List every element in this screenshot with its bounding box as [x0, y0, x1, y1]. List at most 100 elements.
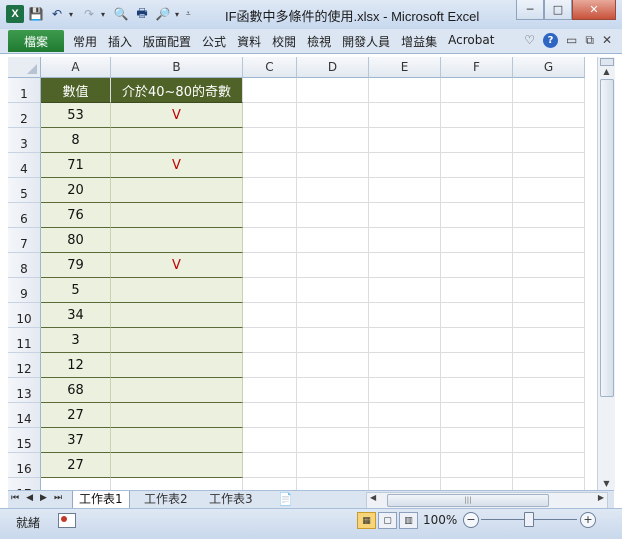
result-cell[interactable]: [111, 203, 243, 228]
excel-logo-icon[interactable]: X: [6, 5, 24, 23]
value-cell[interactable]: 27: [41, 403, 111, 428]
workbook-restore-icon[interactable]: ⧉: [585, 33, 594, 48]
print-preview-icon[interactable]: 🔎: [154, 5, 172, 23]
header-cell-odd-40-80[interactable]: 介於40~80的奇數: [111, 78, 243, 103]
page-layout-view-icon[interactable]: ▢: [378, 512, 397, 529]
cell[interactable]: [243, 78, 297, 103]
row-header[interactable]: 14: [8, 403, 41, 428]
scroll-up-icon[interactable]: ▲: [598, 65, 615, 78]
cell[interactable]: [369, 253, 441, 278]
cell[interactable]: [441, 178, 513, 203]
cell[interactable]: [513, 253, 585, 278]
cell[interactable]: [297, 228, 369, 253]
cell[interactable]: [243, 103, 297, 128]
cell[interactable]: [369, 353, 441, 378]
ribbon-tab[interactable]: 版面配置: [143, 33, 191, 50]
cell[interactable]: [243, 403, 297, 428]
cell[interactable]: [513, 403, 585, 428]
row-header[interactable]: 13: [8, 378, 41, 403]
cell[interactable]: [297, 403, 369, 428]
cell[interactable]: [297, 428, 369, 453]
ribbon-tab[interactable]: 插入: [108, 33, 132, 50]
macro-record-icon[interactable]: [58, 513, 76, 528]
row-header[interactable]: 2: [8, 103, 41, 128]
save-icon[interactable]: 💾: [27, 5, 45, 23]
value-cell[interactable]: 76: [41, 203, 111, 228]
cell[interactable]: [441, 453, 513, 478]
column-header[interactable]: A: [41, 57, 111, 78]
cell[interactable]: [441, 103, 513, 128]
cell[interactable]: [297, 203, 369, 228]
ribbon-tab[interactable]: 開發人員: [342, 33, 390, 50]
result-cell[interactable]: [111, 328, 243, 353]
cell[interactable]: [243, 228, 297, 253]
cell[interactable]: [513, 78, 585, 103]
next-sheet-icon[interactable]: ▶: [40, 493, 47, 503]
cell[interactable]: [441, 478, 513, 490]
value-cell[interactable]: 79: [41, 253, 111, 278]
value-cell[interactable]: 80: [41, 228, 111, 253]
cell[interactable]: [297, 253, 369, 278]
cell[interactable]: [243, 253, 297, 278]
cell[interactable]: [369, 453, 441, 478]
value-cell[interactable]: 8: [41, 128, 111, 153]
cell[interactable]: [41, 478, 111, 490]
cell[interactable]: [297, 178, 369, 203]
cell[interactable]: [513, 278, 585, 303]
cell[interactable]: [441, 253, 513, 278]
cell[interactable]: [243, 153, 297, 178]
result-cell[interactable]: V: [111, 103, 243, 128]
cell[interactable]: [369, 278, 441, 303]
cell[interactable]: [369, 128, 441, 153]
result-cell[interactable]: [111, 353, 243, 378]
cell[interactable]: [441, 353, 513, 378]
column-header[interactable]: G: [513, 57, 585, 78]
row-header[interactable]: 7: [8, 228, 41, 253]
cell[interactable]: [297, 78, 369, 103]
cell[interactable]: [441, 128, 513, 153]
result-cell[interactable]: [111, 228, 243, 253]
row-header[interactable]: 4: [8, 153, 41, 178]
cell[interactable]: [243, 128, 297, 153]
cell[interactable]: [243, 203, 297, 228]
cell[interactable]: [513, 153, 585, 178]
result-cell[interactable]: V: [111, 253, 243, 278]
row-header[interactable]: 6: [8, 203, 41, 228]
row-header[interactable]: 16: [8, 453, 41, 478]
cell[interactable]: [441, 78, 513, 103]
first-sheet-icon[interactable]: ⏮: [11, 493, 19, 503]
page-break-view-icon[interactable]: ▥: [399, 512, 418, 529]
value-cell[interactable]: 71: [41, 153, 111, 178]
result-cell[interactable]: [111, 403, 243, 428]
row-header[interactable]: 15: [8, 428, 41, 453]
cell[interactable]: [297, 353, 369, 378]
cell[interactable]: [297, 378, 369, 403]
cell[interactable]: [441, 328, 513, 353]
worksheet-grid[interactable]: A B C D E F G 1 數值 介於40~80的奇數 2 53 V 3 8 4 71 V 5 20 6 76 7 80 8…: [8, 57, 597, 490]
cell[interactable]: [513, 128, 585, 153]
print-icon[interactable]: 🖶: [133, 5, 151, 23]
scroll-left-icon[interactable]: ◀: [370, 493, 376, 502]
normal-view-icon[interactable]: ▦: [357, 512, 376, 529]
cell[interactable]: [513, 478, 585, 490]
value-cell[interactable]: 68: [41, 378, 111, 403]
value-cell[interactable]: 53: [41, 103, 111, 128]
cell[interactable]: [513, 328, 585, 353]
help-icon[interactable]: ?: [543, 33, 559, 48]
cell[interactable]: [369, 78, 441, 103]
file-tab[interactable]: 檔案: [8, 30, 64, 52]
undo-dropdown-icon[interactable]: ▾: [69, 10, 77, 19]
sheet-tab-3[interactable]: 工作表3: [203, 491, 259, 508]
cell[interactable]: [369, 228, 441, 253]
value-cell[interactable]: 20: [41, 178, 111, 203]
cell[interactable]: [513, 203, 585, 228]
cell[interactable]: [297, 328, 369, 353]
cell[interactable]: [369, 403, 441, 428]
scroll-down-icon[interactable]: ▼: [598, 477, 615, 490]
result-cell[interactable]: [111, 178, 243, 203]
cell[interactable]: [297, 278, 369, 303]
column-header[interactable]: F: [441, 57, 513, 78]
cell[interactable]: [243, 478, 297, 490]
cell[interactable]: [513, 353, 585, 378]
cell[interactable]: [513, 378, 585, 403]
